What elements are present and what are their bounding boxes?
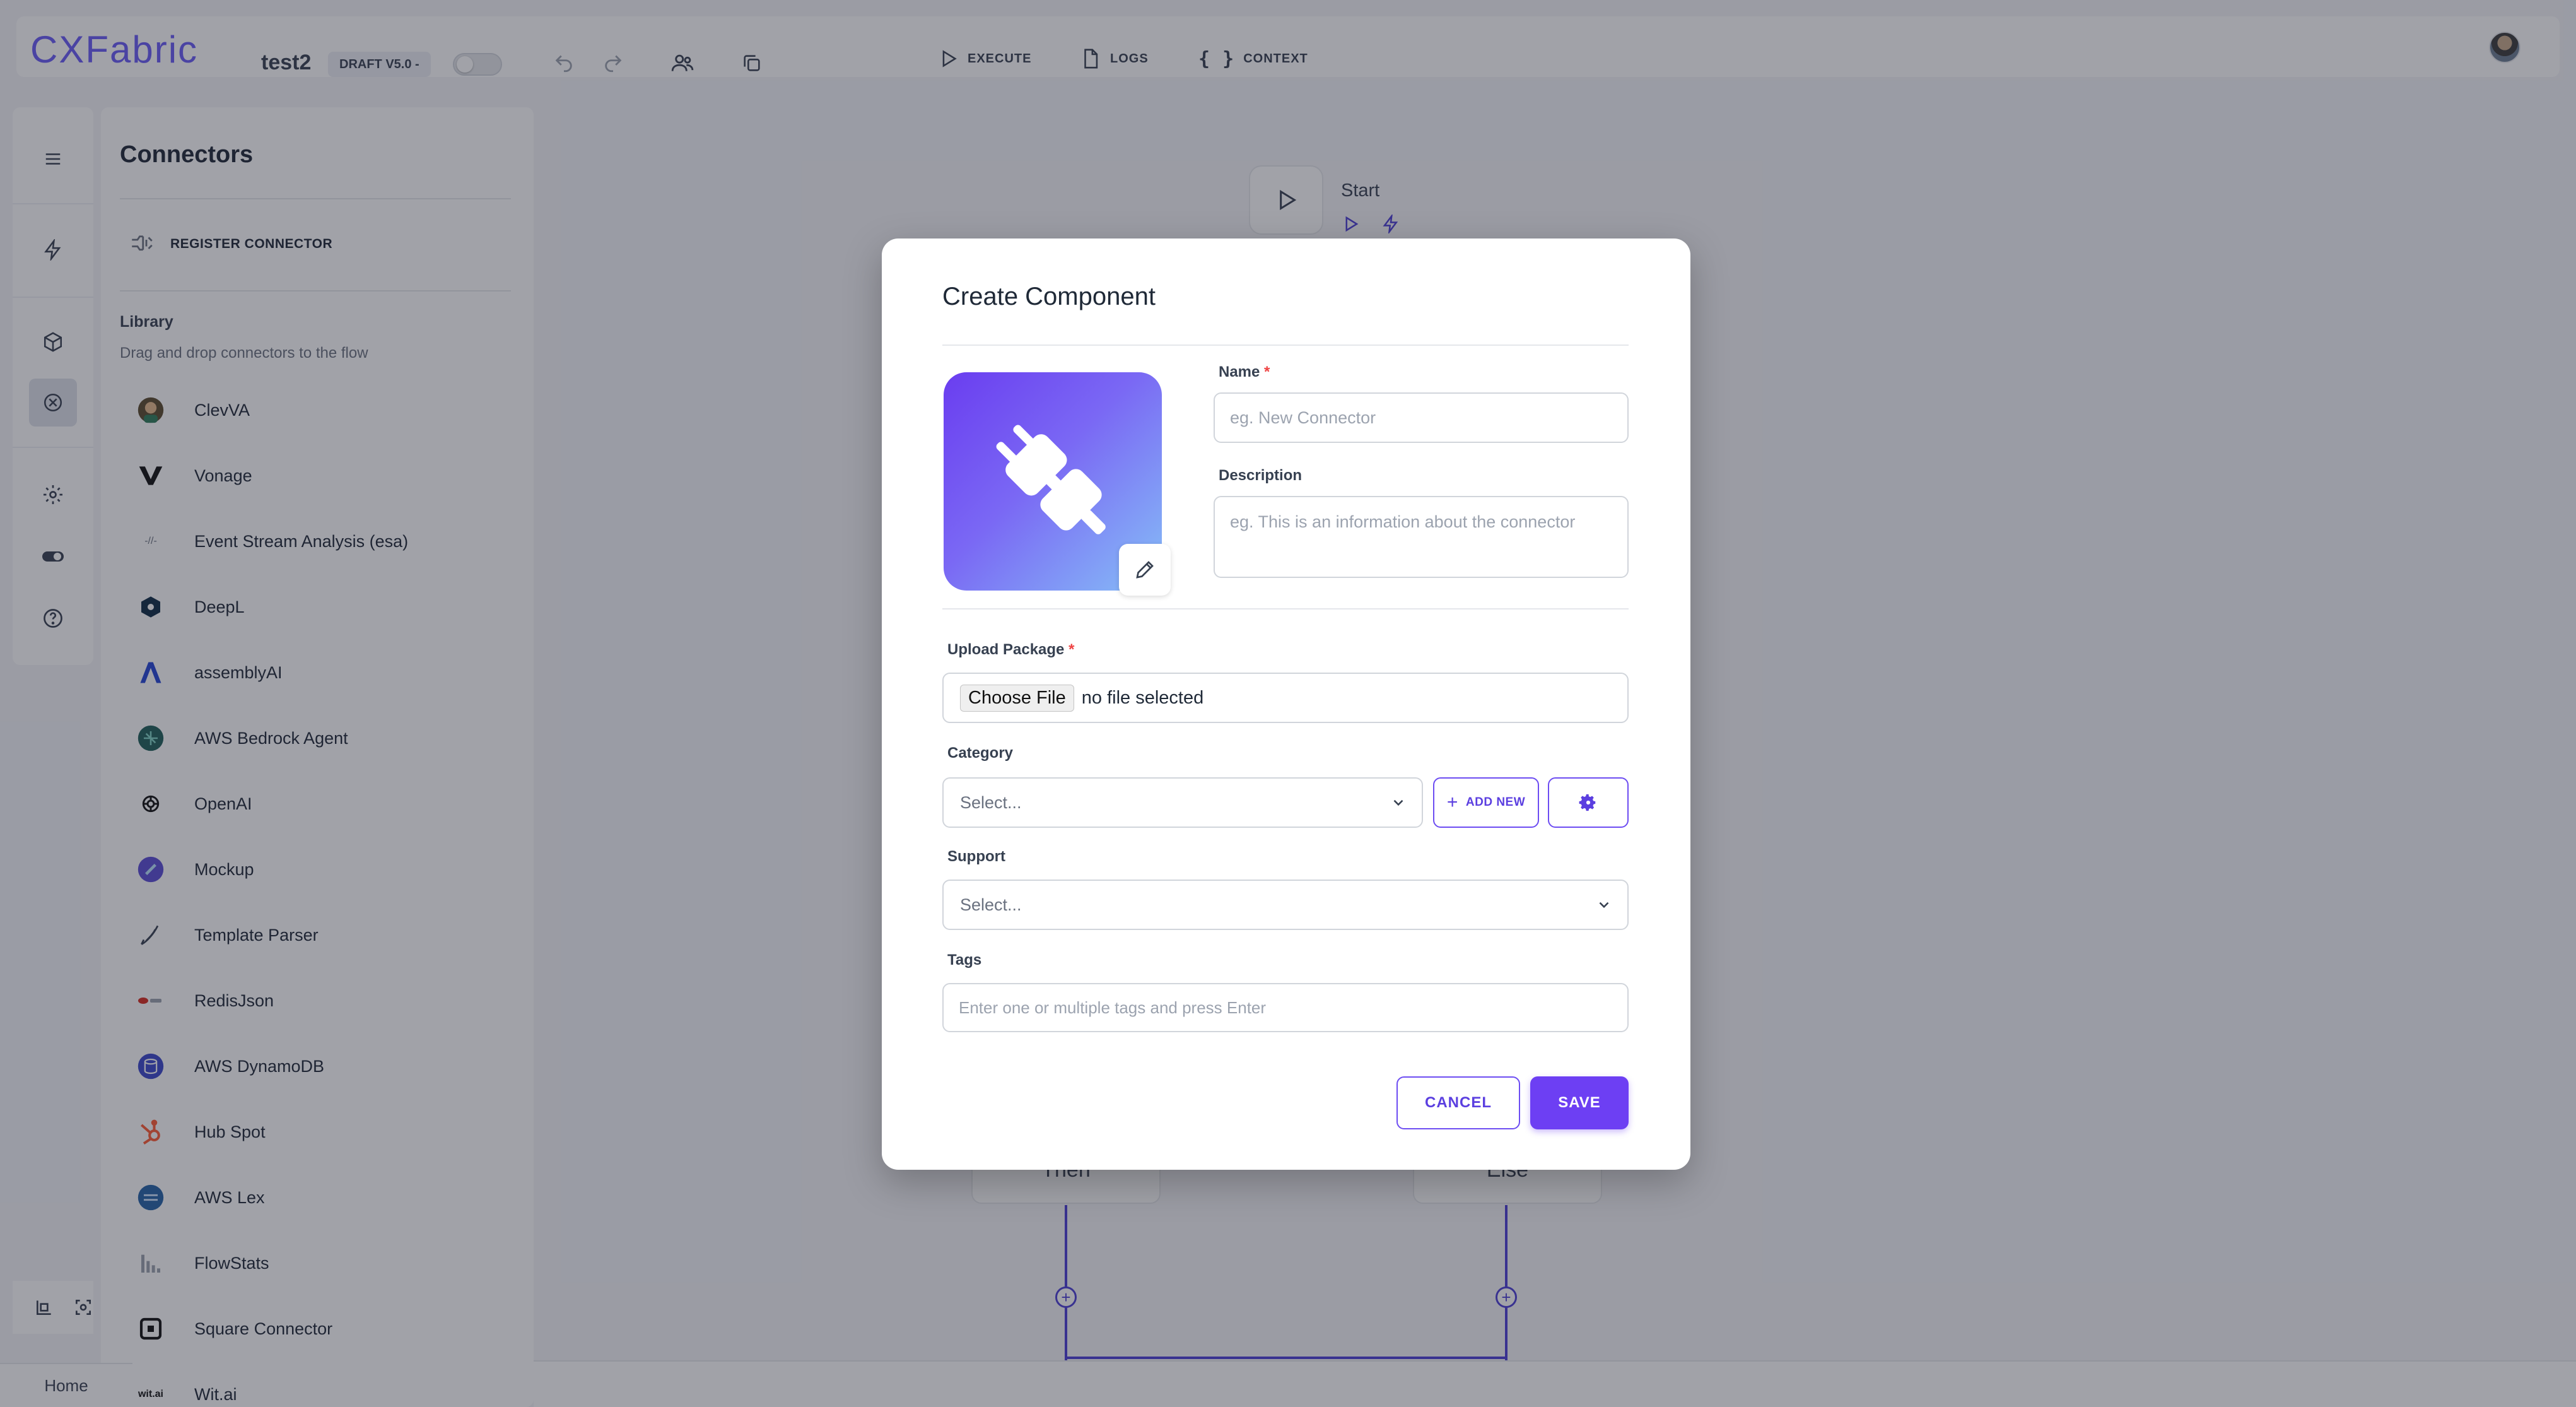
- tags-input[interactable]: [942, 983, 1629, 1032]
- add-new-label: ADD NEW: [1465, 796, 1526, 809]
- name-label-text: Name: [1219, 363, 1260, 380]
- upload-label-text: Upload Package: [947, 641, 1065, 658]
- choose-file-button[interactable]: Choose File: [960, 684, 1074, 712]
- edit-image-button[interactable]: [1119, 544, 1171, 596]
- dialog-divider: [942, 344, 1629, 346]
- pencil-icon: [1136, 561, 1154, 579]
- description-input[interactable]: [1214, 496, 1629, 578]
- file-upload-field[interactable]: Choose File no file selected: [942, 673, 1629, 723]
- plus-icon: +: [1446, 792, 1458, 813]
- component-image[interactable]: [944, 372, 1171, 596]
- description-label: Description: [1219, 467, 1303, 484]
- category-select[interactable]: Select...: [942, 777, 1423, 828]
- chevron-down-icon: [1599, 902, 1609, 909]
- create-component-dialog: Create Component Name * Description: [882, 238, 1690, 1170]
- gear-icon: [1579, 794, 1596, 811]
- save-button[interactable]: SAVE: [1530, 1076, 1629, 1129]
- required-mark: *: [1068, 641, 1075, 658]
- app-root: CXFabric test2 DRAFT V5.0 - EXECUTE LOGS…: [0, 0, 2576, 1407]
- support-select[interactable]: Select...: [942, 880, 1629, 930]
- chevron-down-icon: [1393, 799, 1403, 806]
- cancel-button[interactable]: CANCEL: [1396, 1076, 1520, 1129]
- name-input[interactable]: [1214, 392, 1629, 443]
- support-label: Support: [947, 848, 1005, 865]
- upload-package-label: Upload Package *: [947, 641, 1074, 659]
- dialog-title: Create Component: [942, 283, 1156, 310]
- category-label: Category: [947, 745, 1014, 762]
- file-status: no file selected: [1081, 687, 1204, 708]
- dialog-divider: [942, 608, 1629, 609]
- add-new-category-button[interactable]: + ADD NEW: [1433, 777, 1539, 828]
- required-mark: *: [1264, 363, 1270, 380]
- name-label: Name *: [1219, 363, 1270, 381]
- category-value: Select...: [960, 792, 1022, 812]
- category-settings-button[interactable]: [1548, 777, 1629, 828]
- tags-label: Tags: [947, 951, 982, 968]
- support-value: Select...: [960, 895, 1022, 914]
